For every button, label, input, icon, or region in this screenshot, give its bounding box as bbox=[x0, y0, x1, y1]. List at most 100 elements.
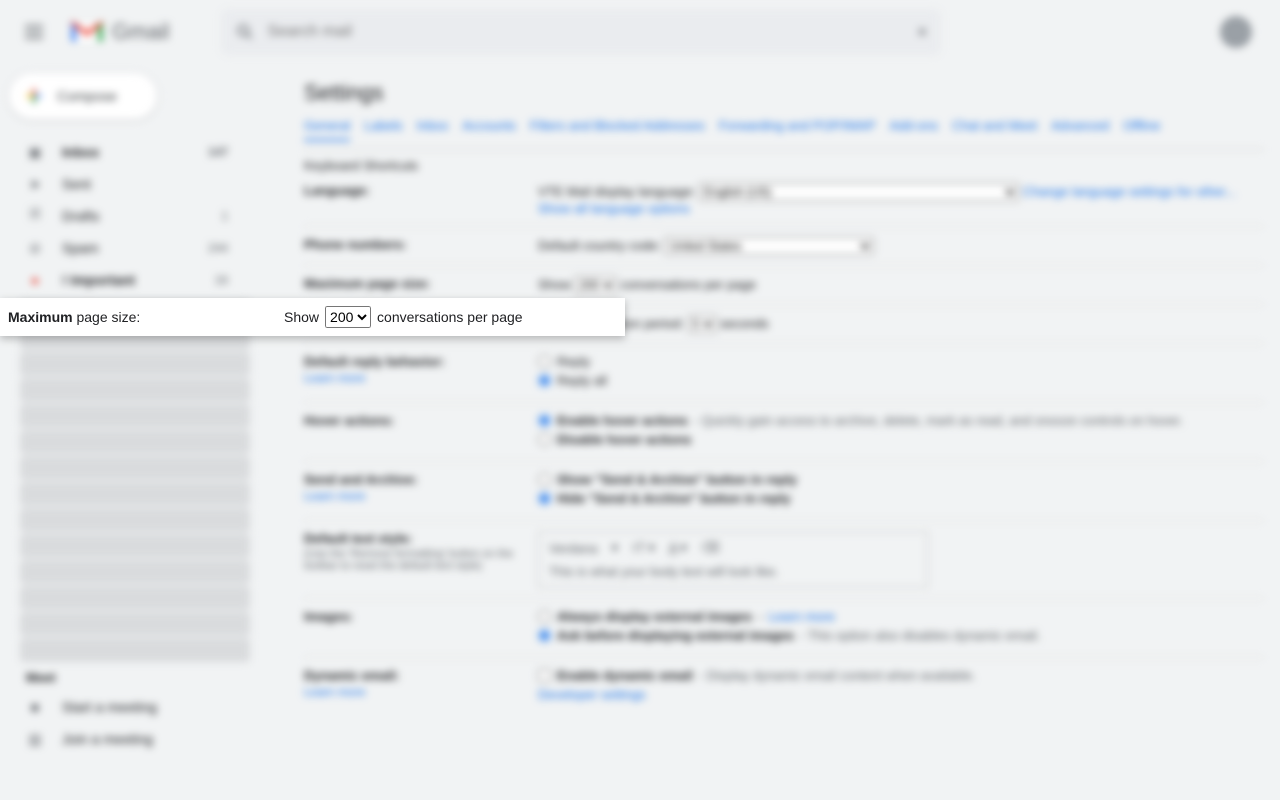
sidebar-label-placeholder[interactable] bbox=[20, 534, 250, 558]
pagesize-select[interactable]: 102550100200 bbox=[325, 306, 371, 328]
tab-chat[interactable]: Chat and Meet bbox=[952, 118, 1037, 141]
sidebar-label-placeholder[interactable] bbox=[20, 378, 250, 402]
hover-opt1[interactable] bbox=[538, 414, 551, 427]
textstyle-box: Verdana▾ τT ▾ A ▾ ⌫ This is what your bo… bbox=[538, 531, 928, 588]
sidebar-label-placeholder[interactable] bbox=[20, 638, 250, 662]
sidebar-item-label: Sent bbox=[62, 176, 210, 192]
tab-general[interactable]: General bbox=[304, 118, 350, 141]
compose-button[interactable]: Compose bbox=[8, 72, 158, 120]
sidebar: Compose ▣ Inbox 147 ➤ Sent 🗎 Drafts 1 ⊘ … bbox=[0, 64, 256, 755]
sidebar-label-placeholder[interactable] bbox=[20, 482, 250, 506]
row-hover: Hover actions: Enable hover actions - Qu… bbox=[304, 403, 1264, 462]
tab-offline[interactable]: Offline bbox=[1123, 118, 1160, 141]
gmail-logo[interactable]: Gmail bbox=[68, 18, 169, 46]
chevron-down-icon[interactable]: ▾ bbox=[611, 540, 618, 556]
reply-opt1[interactable] bbox=[538, 355, 551, 368]
search-icon bbox=[235, 22, 255, 42]
main-menu-button[interactable] bbox=[12, 10, 56, 54]
sidebar-item-drafts[interactable]: 🗎 Drafts 1 bbox=[8, 200, 244, 232]
settings-tabs: General Labels Inbox Accounts Filters an… bbox=[304, 118, 1264, 150]
text-size-icon[interactable]: τT ▾ bbox=[632, 540, 655, 556]
spam-icon: ⊘ bbox=[26, 239, 44, 257]
row-reply: Default reply behavior: Learn more Reply… bbox=[304, 344, 1264, 403]
img-opt2[interactable] bbox=[538, 629, 551, 642]
settings-subtab[interactable]: Keyboard Shortcuts bbox=[304, 158, 1264, 173]
row-label: Send and Archive: bbox=[304, 472, 418, 487]
search-input[interactable] bbox=[267, 23, 904, 41]
sidebar-label-placeholder[interactable] bbox=[20, 612, 250, 636]
compose-label: Compose bbox=[57, 88, 117, 104]
meet-heading: Meet bbox=[26, 670, 256, 685]
inbox-icon: ▣ bbox=[26, 143, 44, 161]
sidebar-item-spam[interactable]: ⊘ Spam 244 bbox=[8, 232, 244, 264]
language-showall-link[interactable]: Show all language options bbox=[538, 201, 690, 216]
language-field-label: VTE Mail display language: bbox=[538, 184, 696, 199]
tab-advanced[interactable]: Advanced bbox=[1051, 118, 1109, 141]
font-name[interactable]: Verdana bbox=[549, 541, 597, 556]
row-label: Maximum bbox=[304, 276, 364, 291]
sidebar-label-placeholder[interactable] bbox=[20, 508, 250, 532]
sidebar-item-sent[interactable]: ➤ Sent bbox=[8, 168, 244, 200]
sidebar-label-placeholder[interactable] bbox=[20, 404, 250, 428]
language-change-link[interactable]: Change language settings for other... bbox=[1023, 184, 1236, 199]
developer-settings-link[interactable]: Developer settings bbox=[538, 687, 646, 702]
row-phone: Phone numbers: Default country code: Uni… bbox=[304, 227, 1264, 266]
sidebar-label-placeholder[interactable] bbox=[20, 560, 250, 584]
sa-opt2[interactable] bbox=[538, 492, 551, 505]
account-avatar[interactable] bbox=[1220, 16, 1252, 48]
learn-more-link[interactable]: Learn more bbox=[304, 371, 514, 385]
text-color-icon[interactable]: A ▾ bbox=[669, 540, 687, 556]
plus-icon bbox=[23, 85, 45, 107]
settings-pane: Settings General Labels Inbox Accounts F… bbox=[280, 64, 1280, 800]
sidebar-label-placeholder[interactable] bbox=[20, 456, 250, 480]
clear-search-icon[interactable]: × bbox=[917, 22, 928, 43]
sidebar-item-label: Inbox bbox=[62, 144, 190, 160]
pagesize-label: Maximum page size: bbox=[8, 309, 284, 325]
hamburger-icon bbox=[25, 31, 43, 33]
learn-more-link[interactable]: Learn more bbox=[768, 609, 834, 624]
drafts-icon: 🗎 bbox=[26, 207, 44, 225]
tab-forward[interactable]: Forwarding and POP/IMAP bbox=[719, 118, 876, 141]
tab-labels[interactable]: Labels bbox=[364, 118, 402, 141]
tab-inbox[interactable]: Inbox bbox=[417, 118, 449, 141]
row-send-archive: Send and Archive: Learn more Show "Send … bbox=[304, 462, 1264, 521]
meet-join[interactable]: ▥ Join a meeting bbox=[26, 723, 262, 755]
hover-opt2[interactable] bbox=[538, 433, 551, 446]
clear-format-icon[interactable]: ⌫ bbox=[701, 540, 719, 556]
learn-more-link[interactable]: Learn more bbox=[304, 489, 514, 503]
undo-select[interactable]: 5 bbox=[688, 315, 717, 333]
tab-addons[interactable]: Add-ons bbox=[890, 118, 938, 141]
reply-opt2[interactable] bbox=[538, 374, 551, 387]
learn-more-link[interactable]: Learn more bbox=[304, 685, 514, 699]
tab-filters[interactable]: Filters and Blocked Addresses bbox=[530, 118, 705, 141]
sa-opt1[interactable] bbox=[538, 473, 551, 486]
sidebar-label-placeholder[interactable] bbox=[20, 586, 250, 610]
sent-icon: ➤ bbox=[26, 175, 44, 193]
sidebar-item-important[interactable]: ● ! Important 16 bbox=[8, 264, 244, 296]
row-images: Images: Always display external images -… bbox=[304, 599, 1264, 658]
search-bar[interactable]: × bbox=[221, 9, 941, 55]
brand-text: Gmail bbox=[112, 19, 169, 45]
dynamic-check[interactable] bbox=[538, 669, 551, 682]
sidebar-item-label: ! Important bbox=[62, 272, 197, 288]
important-icon: ● bbox=[26, 271, 44, 289]
pagesize-select-blur[interactable]: 200 bbox=[574, 276, 617, 294]
sidebar-item-inbox[interactable]: ▣ Inbox 147 bbox=[8, 136, 244, 168]
sidebar-item-count: 16 bbox=[215, 273, 228, 287]
tab-accounts[interactable]: Accounts bbox=[462, 118, 515, 141]
phone-select[interactable]: United States bbox=[664, 237, 874, 255]
row-dynamic: Dynamic email: Learn more Enable dynamic… bbox=[304, 658, 1264, 712]
row-label: Language: bbox=[304, 183, 514, 216]
sidebar-item-label: Drafts bbox=[62, 208, 203, 224]
sidebar-item-count: 244 bbox=[208, 241, 228, 255]
img-opt1[interactable] bbox=[538, 610, 551, 623]
row-label: Hover actions: bbox=[304, 413, 514, 451]
meet-start[interactable]: ■ Start a meeting bbox=[26, 691, 262, 723]
row-label: Phone numbers: bbox=[304, 237, 514, 255]
meet-section: Meet ■ Start a meeting ▥ Join a meeting bbox=[8, 670, 256, 755]
nav-list: ▣ Inbox 147 ➤ Sent 🗎 Drafts 1 ⊘ Spam 244… bbox=[8, 136, 256, 296]
pagesize-show: Show bbox=[284, 309, 319, 325]
sidebar-label-placeholder[interactable] bbox=[20, 430, 250, 454]
language-select[interactable]: English (US) bbox=[699, 183, 1019, 201]
sidebar-label-placeholder[interactable] bbox=[20, 352, 250, 376]
